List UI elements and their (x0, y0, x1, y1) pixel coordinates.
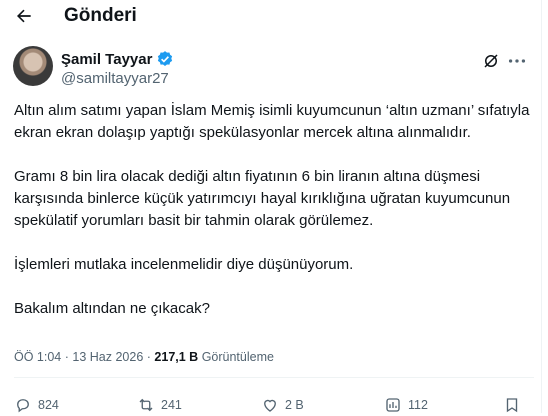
bookmark-icon (506, 398, 518, 413)
meta-separator: · (64, 350, 69, 364)
repost-button[interactable]: 241 (137, 396, 182, 414)
page-title: Gönderi (64, 5, 137, 26)
grok-icon[interactable] (482, 52, 500, 70)
reply-button[interactable]: 824 (14, 396, 59, 414)
back-arrow-icon[interactable] (14, 6, 34, 26)
divider (14, 377, 534, 378)
post-time[interactable]: ÖÖ 1:04 (14, 350, 61, 364)
avatar[interactable] (13, 46, 53, 86)
post-date[interactable]: 13 Haz 2026 (72, 350, 143, 364)
post-meta: ÖÖ 1:04 · 13 Haz 2026 · 217,1 B Görüntül… (14, 350, 274, 364)
post-paragraph: Bakalım altından ne çıkacak? (14, 300, 210, 317)
post-paragraph: Gramı 8 bin lira olacak dediği altın fiy… (14, 168, 511, 229)
views-count: 217,1 B (154, 350, 199, 364)
action-bar: 824 241 2 B 112 (14, 396, 524, 416)
reply-count: 824 (38, 398, 59, 412)
post-paragraph: İşlemleri mutlaka incelenmelidir diye dü… (14, 256, 354, 273)
meta-separator: · (146, 350, 151, 364)
like-count: 2 B (285, 398, 304, 412)
like-button[interactable]: 2 B (261, 396, 304, 414)
views-icon (386, 398, 400, 412)
repost-count: 241 (161, 398, 182, 412)
column-border (541, 0, 542, 413)
post-text: Altın alım satımı yapan İslam Memiş isim… (14, 100, 534, 342)
views-button[interactable]: 112 (384, 396, 428, 414)
author-handle[interactable]: @samiltayyar27 (61, 70, 169, 87)
repost-icon (139, 398, 153, 412)
more-icon[interactable] (506, 52, 528, 70)
views-action-count: 112 (408, 398, 428, 412)
verified-badge-icon (158, 51, 173, 66)
like-icon (264, 399, 276, 412)
post-paragraph: Altın alım satımı yapan İslam Memiş isim… (14, 102, 530, 141)
author-name-row: Şamil Tayyar (61, 50, 174, 68)
reply-icon (17, 399, 29, 413)
views-label: Görüntüleme (201, 350, 274, 364)
bookmark-button[interactable] (503, 396, 521, 414)
author-display-name[interactable]: Şamil Tayyar (61, 51, 152, 68)
top-bar: Gönderi (0, 0, 548, 34)
